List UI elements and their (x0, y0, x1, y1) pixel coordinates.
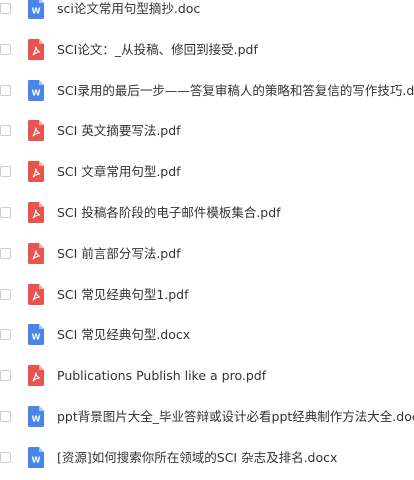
pdf-icon[interactable] (28, 161, 44, 183)
file-row[interactable]: SCI 前言部分写法.pdf (0, 235, 414, 276)
file-row[interactable]: W SCI录用的最后一步——答复审稿人的策略和答复信的写作技巧.doc (0, 72, 414, 113)
file-name[interactable]: SCI 文章常用句型.pdf (57, 163, 181, 180)
file-row[interactable]: W [资源]如何搜索你所在领域的SCI 杂志及排名.docx (0, 439, 414, 480)
svg-text:W: W (32, 414, 41, 423)
file-row[interactable]: W ppt背景图片大全_毕业答辩或设计必看ppt经典制作方法大全.doc (0, 398, 414, 439)
pdf-icon[interactable] (28, 283, 44, 305)
file-name[interactable]: SCI 投稿各阶段的电子邮件模板集合.pdf (57, 204, 281, 221)
row-checkbox[interactable] (0, 43, 11, 55)
word-doc-icon[interactable]: W (28, 79, 44, 101)
row-checkbox[interactable] (0, 166, 11, 178)
row-checkbox[interactable] (0, 329, 11, 341)
file-row[interactable]: SCI 文章常用句型.pdf (0, 153, 414, 194)
svg-text:W: W (32, 7, 41, 16)
file-name[interactable]: SCI 前言部分写法.pdf (57, 245, 181, 262)
row-checkbox[interactable] (0, 206, 11, 218)
word-doc-icon[interactable]: W (28, 446, 44, 468)
svg-text:W: W (32, 333, 41, 342)
row-checkbox[interactable] (0, 451, 11, 463)
word-doc-icon[interactable]: W (28, 324, 44, 346)
pdf-icon[interactable] (28, 201, 44, 223)
row-checkbox[interactable] (0, 370, 11, 382)
row-checkbox[interactable] (0, 84, 11, 96)
file-name[interactable]: SCI 常见经典句型.docx (57, 326, 190, 343)
file-row[interactable]: W SCI 常见经典句型.docx (0, 316, 414, 357)
file-row[interactable]: SCI 常见经典句型1.pdf (0, 276, 414, 317)
row-checkbox[interactable] (0, 3, 11, 14)
word-doc-icon[interactable]: W (28, 405, 44, 427)
pdf-icon[interactable] (28, 365, 44, 387)
pdf-icon[interactable] (28, 120, 44, 142)
file-name[interactable]: ppt背景图片大全_毕业答辩或设计必看ppt经典制作方法大全.doc (57, 408, 414, 425)
file-list: W sci论文常用句型摘抄.doc SCI论文：_从投稿、修回到接受.pdf W… (0, 0, 414, 480)
file-row[interactable]: SCI论文：_从投稿、修回到接受.pdf (0, 31, 414, 72)
row-checkbox[interactable] (0, 410, 11, 422)
file-row[interactable]: SCI 投稿各阶段的电子邮件模板集合.pdf (0, 194, 414, 235)
svg-text:W: W (32, 88, 41, 97)
row-checkbox[interactable] (0, 247, 11, 259)
file-name[interactable]: SCI 常见经典句型1.pdf (57, 286, 189, 303)
file-name[interactable]: sci论文常用句型摘抄.doc (57, 0, 200, 17)
row-checkbox[interactable] (0, 125, 11, 137)
word-doc-icon[interactable]: W (28, 0, 44, 19)
file-name[interactable]: SCI论文：_从投稿、修回到接受.pdf (57, 41, 258, 58)
file-name[interactable]: SCI录用的最后一步——答复审稿人的策略和答复信的写作技巧.doc (57, 82, 414, 99)
file-name[interactable]: Publications Publish like a pro.pdf (57, 367, 266, 384)
file-name[interactable]: SCI 英文摘要写法.pdf (57, 122, 181, 139)
file-row[interactable]: Publications Publish like a pro.pdf (0, 357, 414, 398)
file-row[interactable]: W sci论文常用句型摘抄.doc (0, 0, 414, 31)
pdf-icon[interactable] (28, 242, 44, 264)
row-checkbox[interactable] (0, 288, 11, 300)
pdf-icon[interactable] (28, 38, 44, 60)
file-row[interactable]: SCI 英文摘要写法.pdf (0, 112, 414, 153)
file-name[interactable]: [资源]如何搜索你所在领域的SCI 杂志及排名.docx (57, 449, 337, 466)
